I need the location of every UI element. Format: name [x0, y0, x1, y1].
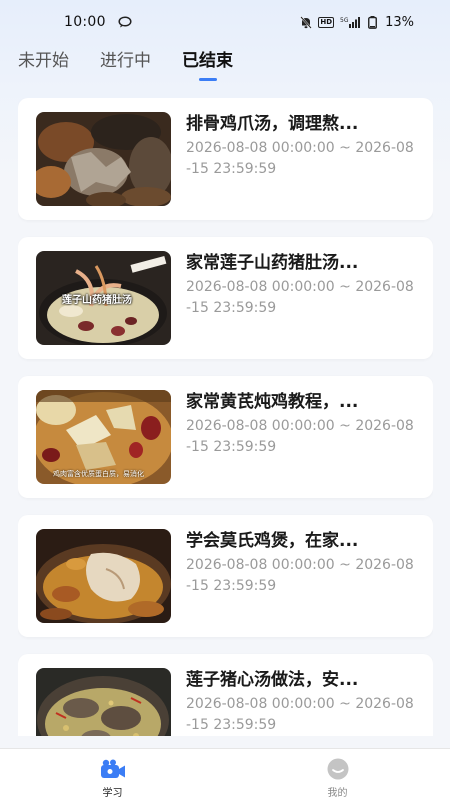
chat-bubble-icon — [118, 16, 134, 28]
tab-label: 进行中 — [100, 51, 151, 71]
course-card[interactable]: 莲子猪心汤做法，安... 2026-08-08 00:00:00 ~ 2026-… — [18, 654, 433, 736]
course-thumbnail: 鸡肉富含优质蛋白质，易消化 — [36, 390, 171, 484]
status-bar: 10:00 HD 5G 13% — [0, 0, 450, 44]
nav-study[interactable]: 学习 — [0, 749, 225, 800]
course-card[interactable]: 鸡肉富含优质蛋白质，易消化 家常黄芪炖鸡教程，... 2026-08-08 00… — [18, 376, 433, 498]
nav-label: 我的 — [327, 788, 348, 799]
course-thumbnail: 莲子山药猪肚汤 — [36, 251, 171, 345]
battery-icon — [368, 15, 378, 29]
bottom-nav: 学习 我的 — [0, 748, 450, 800]
course-thumbnail — [36, 529, 171, 623]
tab-active-indicator — [198, 78, 217, 81]
course-title: 莲子猪心汤做法，安... — [186, 670, 359, 690]
course-list: 排骨鸡爪汤，调理熬... 2026-08-08 00:00:00 ~ 2026-… — [18, 98, 433, 736]
course-time: 2026-08-08 00:00:00 ~ 2026-08-15 23:59:5… — [186, 418, 414, 455]
svg-text:5G: 5G — [340, 17, 349, 24]
course-card[interactable]: 学会莫氏鸡煲，在家... 2026-08-08 00:00:00 ~ 2026-… — [18, 515, 433, 637]
course-title: 家常黄芪炖鸡教程，... — [186, 392, 359, 412]
status-tabs: 未开始 进行中 已结束 — [18, 46, 233, 81]
tab-label: 已结束 — [182, 51, 233, 71]
status-right: HD 5G 13% — [300, 15, 414, 30]
profile-icon — [325, 758, 351, 780]
thumbnail-caption: 鸡肉富含优质蛋白质，易消化 — [53, 470, 144, 478]
course-card[interactable]: 莲子山药猪肚汤 家常莲子山药猪肚汤... 2026-08-08 00:00:00… — [18, 237, 433, 359]
course-title: 排骨鸡爪汤，调理熬... — [186, 114, 359, 134]
bell-muted-icon — [300, 15, 313, 29]
tab-in-progress[interactable]: 进行中 — [100, 46, 151, 81]
course-time: 2026-08-08 00:00:00 ~ 2026-08-15 23:59:5… — [186, 557, 414, 594]
tab-ended[interactable]: 已结束 — [182, 46, 233, 81]
signal-icon: 5G — [340, 16, 362, 28]
nav-label: 学习 — [102, 788, 123, 799]
tab-not-started[interactable]: 未开始 — [18, 46, 69, 81]
course-time: 2026-08-08 00:00:00 ~ 2026-08-15 23:59:5… — [186, 696, 414, 733]
course-card[interactable]: 排骨鸡爪汤，调理熬... 2026-08-08 00:00:00 ~ 2026-… — [18, 98, 433, 220]
battery-percent: 13% — [385, 14, 414, 30]
course-thumbnail — [36, 112, 171, 206]
status-time: 10:00 — [64, 14, 106, 30]
course-title: 家常莲子山药猪肚汤... — [186, 253, 359, 273]
camera-icon — [100, 758, 126, 780]
course-time: 2026-08-08 00:00:00 ~ 2026-08-15 23:59:5… — [186, 140, 414, 177]
course-title: 学会莫氏鸡煲，在家... — [186, 531, 359, 551]
tab-label: 未开始 — [18, 51, 69, 71]
course-thumbnail — [36, 668, 171, 736]
nav-mine[interactable]: 我的 — [225, 749, 450, 800]
hd-icon: HD — [318, 16, 335, 28]
course-time: 2026-08-08 00:00:00 ~ 2026-08-15 23:59:5… — [186, 279, 414, 316]
thumbnail-caption: 莲子山药猪肚汤 — [62, 295, 132, 306]
